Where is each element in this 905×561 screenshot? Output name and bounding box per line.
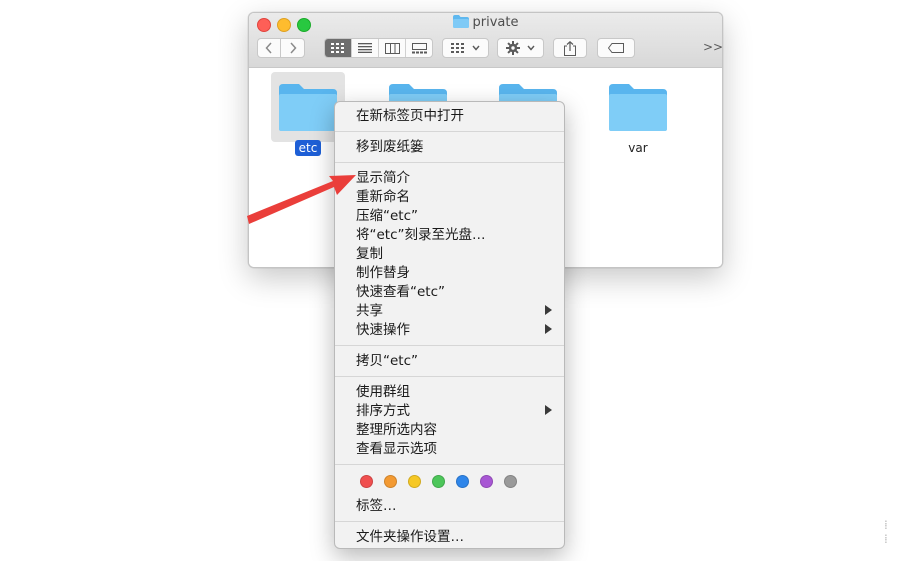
annotation-arrow-icon xyxy=(247,175,356,224)
watermark-mark: ⁞ ⁞ xyxy=(884,518,888,546)
